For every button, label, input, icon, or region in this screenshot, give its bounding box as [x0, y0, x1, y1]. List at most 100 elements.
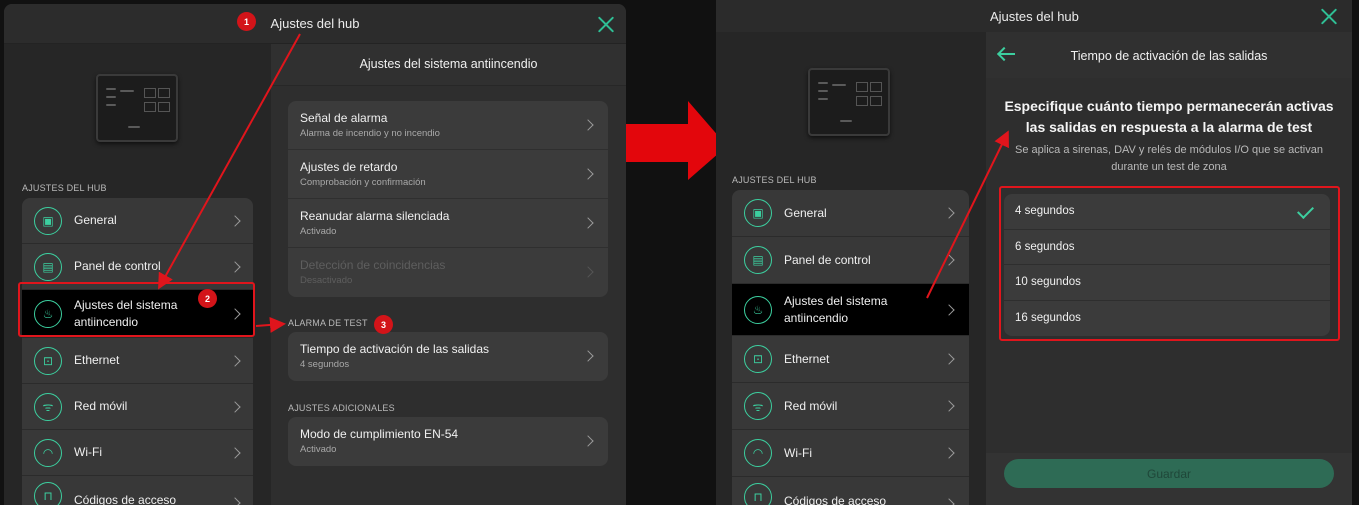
- row-subtitle: Alarma de incendio y no incendio: [300, 128, 440, 139]
- panel-header: Tiempo de activación de las salidas: [986, 32, 1352, 78]
- ethernet-icon: ⊡: [34, 346, 62, 375]
- chevron-right-icon: [582, 266, 594, 278]
- row-en54-mode[interactable]: Modo de cumplimiento EN-54 Activado: [288, 417, 608, 466]
- row-subtitle: Activado: [300, 226, 337, 237]
- row-title: Detección de coincidencias: [300, 258, 446, 272]
- step-badge-2: 2: [198, 289, 217, 308]
- sidebar-item-general[interactable]: ▣ General: [22, 198, 253, 244]
- control-panel-icon: ▤: [744, 246, 772, 274]
- row-subtitle: Activado: [300, 444, 337, 455]
- window-title: Ajustes del hub: [990, 9, 1079, 24]
- hub-device-image: [808, 68, 890, 136]
- sidebar-item-access-codes[interactable]: ⊓ Códigos de acceso: [22, 476, 253, 505]
- chevron-right-icon: [229, 215, 241, 227]
- fire-icon: ♨: [744, 295, 772, 324]
- wifi-icon: ◠: [744, 439, 772, 467]
- chevron-right-icon: [943, 400, 955, 412]
- highlight-duration-options: [999, 186, 1340, 341]
- chevron-right-icon: [582, 217, 594, 229]
- panel-header: Ajustes del sistema antiincendio: [271, 44, 626, 86]
- chevron-right-icon: [943, 447, 955, 459]
- sidebar-item-label: Wi-Fi: [784, 445, 812, 460]
- sidebar-item-label: Ajustes del sistema antiincendio: [784, 293, 888, 325]
- chevron-right-icon: [229, 355, 241, 367]
- sidebar-item-fire-system[interactable]: ♨ Ajustes del sistema antiincendio: [732, 284, 969, 336]
- sidebar-item-ethernet[interactable]: ⊡ Ethernet: [732, 336, 969, 383]
- row-coincidence-detection: Detección de coincidencias Desactivado: [288, 248, 608, 297]
- chevron-right-icon: [582, 168, 594, 180]
- sidebar-item-ethernet[interactable]: ⊡ Ethernet: [22, 338, 253, 384]
- panel-title: Tiempo de activación de las salidas: [1070, 49, 1268, 63]
- sidebar-item-label: Ethernet: [74, 353, 120, 367]
- sidebar-item-label: Red móvil: [74, 399, 128, 413]
- panel-title: Ajustes del sistema antiincendio: [359, 57, 538, 71]
- row-delay-settings[interactable]: Ajustes de retardo Comprobación y confir…: [288, 150, 608, 199]
- window-titlebar: Ajustes del hub: [716, 0, 1352, 32]
- chevron-right-icon: [582, 435, 594, 447]
- lock-icon: ⊓: [744, 483, 772, 505]
- sidebar-item-label: General: [784, 205, 827, 220]
- row-subtitle: Comprobación y confirmación: [300, 177, 426, 188]
- row-subtitle: Desactivado: [300, 275, 353, 286]
- question-heading: Especifique cuánto tiempo permanecerán a…: [1004, 98, 1334, 135]
- tutorial-stage: Ajustes del hub AJUSTES DEL HUB ▣ Genera…: [0, 0, 1359, 505]
- step-badge-1: 1: [237, 12, 256, 31]
- sidebar-section-title: AJUSTES DEL HUB: [22, 183, 107, 193]
- panel-footer: Guardar: [986, 453, 1352, 505]
- extra-section-title: AJUSTES ADICIONALES: [288, 403, 395, 413]
- hub-icon: ▣: [744, 199, 772, 227]
- extra-card: Modo de cumplimiento EN-54 Activado: [288, 417, 608, 466]
- sidebar-item-wifi[interactable]: ◠ Wi-Fi: [22, 430, 253, 476]
- hub-device-image: [96, 74, 178, 142]
- sidebar-item-mobile-network[interactable]: ᯤ Red móvil: [732, 383, 969, 430]
- fire-settings-panel: Ajustes del sistema antiincendio Señal d…: [271, 44, 626, 505]
- sidebar-item-label: Ethernet: [784, 351, 830, 366]
- chevron-right-icon: [582, 119, 594, 131]
- save-button[interactable]: Guardar: [1004, 459, 1334, 488]
- control-panel-icon: ▤: [34, 252, 62, 281]
- chevron-right-icon: [943, 207, 955, 219]
- transition-arrow: [626, 101, 727, 180]
- chevron-right-icon: [943, 353, 955, 365]
- window-title: Ajustes del hub: [270, 16, 360, 31]
- sidebar-item-label: Códigos de acceso: [74, 493, 177, 505]
- row-title: Modo de cumplimiento EN-54: [300, 427, 459, 441]
- close-icon[interactable]: [1320, 7, 1338, 25]
- row-output-activation-time[interactable]: Tiempo de activación de las salidas 4 se…: [288, 332, 608, 381]
- row-subtitle: 4 segundos: [300, 359, 350, 370]
- step-badge-3: 3: [374, 315, 393, 334]
- chevron-right-icon: [229, 497, 241, 505]
- sidebar-item-wifi[interactable]: ◠ Wi-Fi: [732, 430, 969, 477]
- sidebar-item-mobile-network[interactable]: ᯤ Red móvil: [22, 384, 253, 430]
- sidebar-item-general[interactable]: ▣ General: [732, 190, 969, 237]
- window-titlebar: Ajustes del hub: [4, 4, 626, 44]
- chevron-right-icon: [229, 261, 241, 273]
- sidebar-item-label: Panel de control: [784, 252, 871, 267]
- row-title: Tiempo de activación de las salidas: [300, 342, 489, 356]
- chevron-right-icon: [943, 304, 955, 316]
- row-title: Señal de alarma: [300, 111, 388, 125]
- hub-sidebar: AJUSTES DEL HUB ▣ General ▤ Panel de con…: [4, 44, 271, 505]
- hub-icon: ▣: [34, 206, 62, 235]
- row-resume-silenced-alarm[interactable]: Reanudar alarma silenciada Activado: [288, 199, 608, 248]
- chevron-right-icon: [229, 401, 241, 413]
- close-icon[interactable]: [597, 15, 615, 33]
- sidebar-item-access-codes[interactable]: ⊓ Códigos de acceso: [732, 477, 969, 505]
- hub-settings-window-left: Ajustes del hub AJUSTES DEL HUB ▣ Genera…: [4, 4, 626, 505]
- sidebar-item-label: Panel de control: [74, 259, 161, 273]
- sidebar-item-control-panel[interactable]: ▤ Panel de control: [732, 237, 969, 284]
- sidebar-section-title: AJUSTES DEL HUB: [732, 175, 817, 185]
- sidebar-item-label: Códigos de acceso: [784, 494, 887, 505]
- hub-sidebar: AJUSTES DEL HUB ▣ General ▤ Panel de con…: [716, 32, 986, 505]
- sidebar-item-label: General: [74, 213, 117, 227]
- row-title: Reanudar alarma silenciada: [300, 209, 450, 223]
- chevron-right-icon: [582, 350, 594, 362]
- antenna-icon: ᯤ: [744, 392, 772, 420]
- fire-settings-card: Señal de alarma Alarma de incendio y no …: [288, 101, 608, 297]
- antenna-icon: ᯤ: [34, 392, 62, 421]
- ethernet-icon: ⊡: [744, 345, 772, 373]
- row-alarm-signal[interactable]: Señal de alarma Alarma de incendio y no …: [288, 101, 608, 150]
- hint-text: Se aplica a sirenas, DAV y relés de módu…: [1015, 144, 1323, 173]
- chevron-right-icon: [229, 447, 241, 459]
- wifi-icon: ◠: [34, 438, 62, 467]
